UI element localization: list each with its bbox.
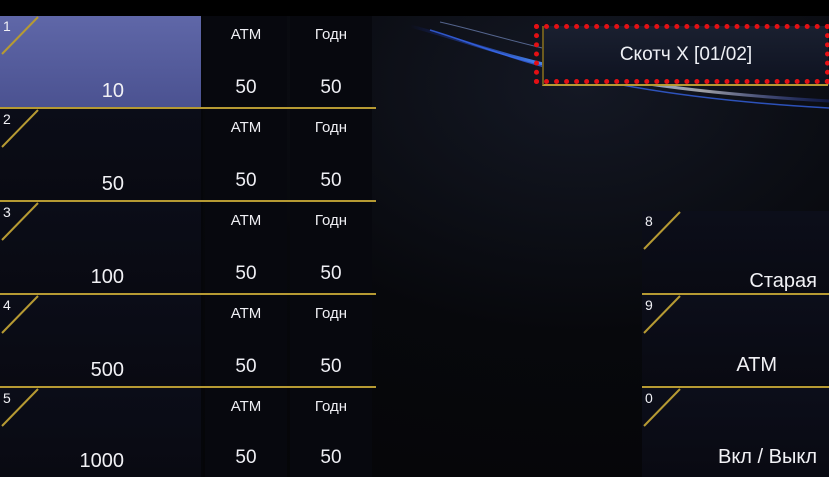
denomination-button-3[interactable]: 3 100 <box>0 202 203 293</box>
denomination-value: 500 <box>90 359 124 381</box>
denomination-value: 50 <box>101 173 124 195</box>
slot-number: 3 <box>3 204 11 220</box>
denomination-value: 1000 <box>79 450 125 472</box>
atm-count-value: 50 <box>235 447 257 468</box>
good-count-cell: Годн 50 <box>290 202 372 293</box>
good-count-cell: Годн 50 <box>290 295 372 386</box>
page-title: Скотч X [01/02] <box>619 44 753 65</box>
atm-column-header: АТМ <box>230 26 262 43</box>
atm-column-header: АТМ <box>230 212 262 229</box>
list-item[interactable]: 1 10 АТМ 50 Годн 50 <box>0 16 376 107</box>
button-label: Старая <box>749 270 817 292</box>
denomination-button-1[interactable]: 1 10 <box>0 16 203 107</box>
good-column-header: Годн <box>314 119 348 136</box>
denomination-button-5[interactable]: 5 1000 <box>0 388 203 477</box>
good-count-value: 50 <box>320 447 342 468</box>
atm-count-cell: АТМ 50 <box>205 16 287 107</box>
atm-count-cell: АТМ 50 <box>205 388 287 477</box>
good-count-cell: Годн 50 <box>290 109 372 200</box>
list-item[interactable]: 3 100 АТМ 50 Годн 50 <box>0 202 376 293</box>
atm-button[interactable]: 9 АТМ <box>642 295 829 385</box>
list-item[interactable]: 2 50 АТМ 50 Годн 50 <box>0 109 376 200</box>
good-count-cell: Годн 50 <box>290 16 372 107</box>
slot-number: 8 <box>645 213 653 229</box>
good-column-header: Годн <box>314 212 348 229</box>
denomination-value: 100 <box>90 266 124 288</box>
atm-count-cell: АТМ 50 <box>205 202 287 293</box>
good-column-header: Годн <box>314 305 348 322</box>
good-count-value: 50 <box>320 356 342 377</box>
good-count-value: 50 <box>320 170 342 191</box>
denomination-value: 10 <box>101 80 124 102</box>
list-item[interactable]: 4 500 АТМ 50 Годн 50 <box>0 295 376 386</box>
button-label: АТМ <box>736 354 777 376</box>
top-bar <box>0 0 829 16</box>
slot-number: 4 <box>3 297 11 313</box>
slot-number: 2 <box>3 111 11 127</box>
good-column-header: Годн <box>314 398 348 415</box>
slot-number: 9 <box>645 297 653 313</box>
atm-count-value: 50 <box>235 356 257 377</box>
atm-column-header: АТМ <box>230 398 262 415</box>
atm-cassette-screen: 1 10 АТМ 50 Годн 50 2 50 АТМ 50 Годн 50 <box>0 0 829 477</box>
slot-number: 5 <box>3 390 11 406</box>
old-button[interactable]: 8 Старая <box>642 211 829 301</box>
atm-count-value: 50 <box>235 263 257 284</box>
slot-number: 1 <box>3 18 11 34</box>
button-label: Вкл / Выкл <box>717 446 817 468</box>
slot-number: 0 <box>645 390 653 406</box>
denomination-button-4[interactable]: 4 500 <box>0 295 203 386</box>
atm-count-cell: АТМ 50 <box>205 295 287 386</box>
atm-count-cell: АТМ 50 <box>205 109 287 200</box>
cassette-title-box: Скотч X [01/02] <box>542 26 828 86</box>
toggle-on-off-button[interactable]: 0 Вкл / Выкл <box>642 388 829 477</box>
good-count-cell: Годн 50 <box>290 388 372 477</box>
atm-column-header: АТМ <box>230 119 262 136</box>
list-item[interactable]: 5 1000 АТМ 50 Годн 50 <box>0 388 376 477</box>
atm-count-value: 50 <box>235 170 257 191</box>
good-column-header: Годн <box>314 26 348 43</box>
denomination-button-2[interactable]: 2 50 <box>0 109 203 200</box>
atm-count-value: 50 <box>235 77 257 98</box>
good-count-value: 50 <box>320 77 342 98</box>
good-count-value: 50 <box>320 263 342 284</box>
atm-column-header: АТМ <box>230 305 262 322</box>
